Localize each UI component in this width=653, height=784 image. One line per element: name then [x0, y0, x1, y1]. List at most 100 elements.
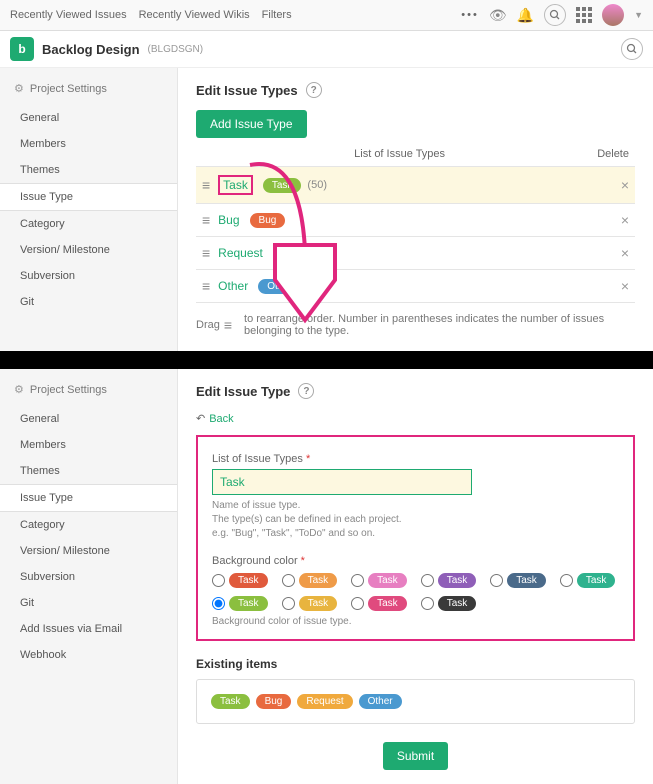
- color-option[interactable]: Task: [560, 573, 616, 588]
- gear-icon: ⚙: [14, 82, 24, 95]
- drag-hint-icon: ≡: [224, 317, 232, 333]
- project-name: Backlog Design: [42, 42, 140, 57]
- color-swatch-pill: Task: [299, 596, 338, 611]
- drag-handle-icon[interactable]: ≡: [202, 245, 210, 261]
- delete-icon[interactable]: ×: [621, 177, 629, 193]
- drag-handle-icon[interactable]: ≡: [202, 278, 210, 294]
- submit-button[interactable]: Submit: [383, 742, 448, 770]
- sidebar-item-version-milestone[interactable]: Version/ Milestone: [0, 538, 177, 564]
- issue-type-link[interactable]: Other: [218, 279, 248, 293]
- color-radio[interactable]: [351, 574, 364, 587]
- name-help-text: Name of issue type.The type(s) can be de…: [212, 499, 619, 541]
- color-option[interactable]: Task: [421, 596, 477, 611]
- nav-recent-issues[interactable]: Recently Viewed Issues: [10, 9, 127, 21]
- help-icon[interactable]: ?: [306, 82, 322, 98]
- issue-type-pill: Task: [263, 178, 302, 193]
- existing-items-title: Existing items: [196, 657, 635, 671]
- sidebar-item-category[interactable]: Category: [0, 211, 177, 237]
- bg-field-label: Background color: [212, 555, 298, 567]
- eye-icon[interactable]: 👁: [489, 7, 507, 24]
- color-radio[interactable]: [282, 574, 295, 587]
- back-link[interactable]: ↶ Back: [196, 412, 234, 425]
- color-option[interactable]: Task: [282, 573, 338, 588]
- color-radio[interactable]: [212, 597, 225, 610]
- sidebar-item-issue-type[interactable]: Issue Type: [0, 484, 177, 512]
- required-mark: *: [301, 555, 305, 567]
- sidebar-item-issue-type[interactable]: Issue Type: [0, 183, 177, 211]
- sidebar-header-label: Project Settings: [30, 384, 107, 396]
- drag-handle-icon[interactable]: ≡: [202, 177, 210, 193]
- color-option[interactable]: Task: [421, 573, 477, 588]
- issue-count: (50): [307, 179, 327, 191]
- issue-type-link[interactable]: Task: [218, 175, 253, 195]
- name-field-label: List of Issue Types: [212, 453, 303, 465]
- delete-icon[interactable]: ×: [621, 212, 629, 228]
- sidebar-item-subversion[interactable]: Subversion: [0, 564, 177, 590]
- existing-items-box: TaskBugRequestOther: [196, 679, 635, 724]
- delete-icon[interactable]: ×: [621, 278, 629, 294]
- color-radio[interactable]: [282, 597, 295, 610]
- help-icon[interactable]: ?: [298, 383, 314, 399]
- nav-filters[interactable]: Filters: [262, 9, 292, 21]
- issue-type-row: ≡ Request Request ×: [196, 236, 635, 269]
- delete-icon[interactable]: ×: [621, 245, 629, 261]
- color-swatch-pill: Task: [507, 573, 546, 588]
- color-swatch-pill: Task: [577, 573, 616, 588]
- color-radio[interactable]: [421, 597, 434, 610]
- sidebar-item-themes[interactable]: Themes: [0, 458, 177, 484]
- issue-type-pill: Bug: [250, 213, 286, 228]
- color-option[interactable]: Task: [351, 596, 407, 611]
- sidebar-item-themes[interactable]: Themes: [0, 157, 177, 183]
- existing-item-pill: Bug: [256, 694, 292, 709]
- project-code: (BLGDSGN): [148, 44, 204, 55]
- bell-icon[interactable]: 🔔: [517, 7, 534, 24]
- project-bar: b Backlog Design (BLGDSGN): [0, 31, 653, 68]
- sidebar-item-webhook[interactable]: Webhook: [0, 642, 177, 668]
- color-radio[interactable]: [351, 597, 364, 610]
- issue-type-link[interactable]: Bug: [218, 213, 239, 227]
- color-option[interactable]: Task: [212, 573, 268, 588]
- sidebar-item-subversion[interactable]: Subversion: [0, 263, 177, 289]
- color-radio[interactable]: [490, 574, 503, 587]
- color-option[interactable]: Task: [490, 573, 546, 588]
- search-icon[interactable]: [544, 4, 566, 26]
- sidebar-item-add-issues-via-email[interactable]: Add Issues via Email: [0, 616, 177, 642]
- sidebar-item-general[interactable]: General: [0, 105, 177, 131]
- sidebar-item-git[interactable]: Git: [0, 590, 177, 616]
- top-navbar: Recently Viewed Issues Recently Viewed W…: [0, 0, 653, 31]
- page-title: Edit Issue Types: [196, 83, 298, 98]
- issue-type-link[interactable]: Request: [218, 246, 263, 260]
- sidebar-item-members[interactable]: Members: [0, 131, 177, 157]
- page-title: Edit Issue Type: [196, 384, 290, 399]
- color-radio[interactable]: [212, 574, 225, 587]
- drag-handle-icon[interactable]: ≡: [202, 212, 210, 228]
- color-option[interactable]: Task: [351, 573, 407, 588]
- add-issue-type-button[interactable]: Add Issue Type: [196, 110, 307, 138]
- sidebar-top: ⚙ Project Settings GeneralMembersThemesI…: [0, 68, 178, 351]
- required-mark: *: [306, 453, 310, 465]
- sidebar-item-general[interactable]: General: [0, 406, 177, 432]
- avatar[interactable]: [602, 4, 624, 26]
- chevron-down-icon[interactable]: ▼: [634, 10, 643, 20]
- list-header-label: List of Issue Types: [354, 148, 445, 160]
- apps-icon[interactable]: [576, 7, 592, 23]
- color-radio[interactable]: [560, 574, 573, 587]
- sidebar-item-members[interactable]: Members: [0, 432, 177, 458]
- color-radio[interactable]: [421, 574, 434, 587]
- color-option[interactable]: Task: [212, 596, 268, 611]
- divider-bar: [0, 351, 653, 369]
- nav-recent-wikis[interactable]: Recently Viewed Wikis: [139, 9, 250, 21]
- gear-icon: ⚙: [14, 383, 24, 396]
- sidebar-item-git[interactable]: Git: [0, 289, 177, 315]
- existing-item-pill: Task: [211, 694, 250, 709]
- sidebar-item-version-milestone[interactable]: Version/ Milestone: [0, 237, 177, 263]
- issue-type-pill: Request: [273, 246, 328, 261]
- more-menu-icon[interactable]: •••: [461, 9, 479, 21]
- project-search-icon[interactable]: [621, 38, 643, 60]
- sidebar-bottom: ⚙ Project Settings GeneralMembersThemesI…: [0, 369, 178, 784]
- issue-type-row: ≡OtherOther×: [196, 269, 635, 303]
- issue-type-name-input[interactable]: [212, 469, 472, 495]
- color-option[interactable]: Task: [282, 596, 338, 611]
- sidebar-item-category[interactable]: Category: [0, 512, 177, 538]
- color-swatch-pill: Task: [229, 596, 268, 611]
